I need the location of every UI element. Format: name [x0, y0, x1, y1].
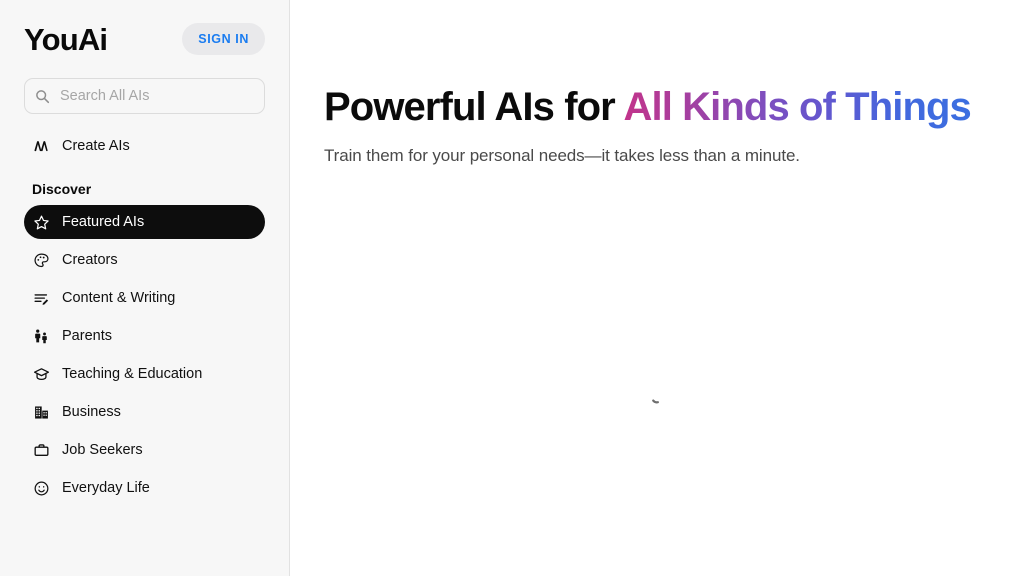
sidebar-item-label: Parents — [62, 328, 112, 344]
content-writing-icon — [32, 289, 50, 307]
search-icon — [35, 89, 50, 104]
parents-icon — [32, 327, 50, 345]
sidebar-section-discover: Discover — [32, 181, 92, 197]
briefcase-icon — [32, 441, 50, 459]
search-box[interactable] — [24, 78, 265, 114]
office-building-icon — [32, 403, 50, 421]
sidebar-item-label: Content & Writing — [62, 290, 176, 306]
sidebar-item-content-writing[interactable]: Content & Writing — [24, 281, 265, 315]
sidebar-top-nav: Create AIs — [0, 129, 289, 163]
sidebar-item-creators[interactable]: Creators — [24, 243, 265, 277]
search-input[interactable] — [58, 87, 254, 105]
sidebar-item-parents[interactable]: Parents — [24, 319, 265, 353]
main-content: Powerful AIs for All Kinds of Things Tra… — [290, 0, 1024, 576]
sidebar-item-label: Business — [62, 404, 121, 420]
sidebar-item-label: Create AIs — [62, 138, 130, 154]
smiley-face-icon — [32, 479, 50, 497]
sidebar-item-teaching-education[interactable]: Teaching & Education — [24, 357, 265, 391]
loading-spinner-icon — [649, 390, 665, 406]
graduation-cap-icon — [32, 365, 50, 383]
sidebar-item-job-seekers[interactable]: Job Seekers — [24, 433, 265, 467]
sidebar-item-label: Job Seekers — [62, 442, 143, 458]
sidebar: YouAi SIGN IN Create AIs — [0, 0, 290, 576]
create-ais-icon — [32, 137, 50, 155]
sidebar-item-everyday-life[interactable]: Everyday Life — [24, 471, 265, 505]
content-loading-area — [290, 390, 1024, 406]
sign-in-button[interactable]: SIGN IN — [182, 23, 265, 55]
sidebar-item-label: Teaching & Education — [62, 366, 203, 382]
brand-logo: YouAi — [24, 21, 108, 57]
sidebar-header: YouAi SIGN IN — [0, 0, 289, 78]
page-title-gradient: All Kinds of Things — [623, 85, 972, 129]
app-root: YouAi SIGN IN Create AIs — [0, 0, 1024, 576]
sidebar-item-label: Featured AIs — [62, 214, 145, 230]
palette-icon — [32, 251, 50, 269]
sidebar-item-create-ais[interactable]: Create AIs — [24, 129, 265, 163]
star-icon — [32, 213, 50, 231]
page-title-plain: Powerful AIs for — [324, 85, 624, 129]
sidebar-item-label: Creators — [62, 252, 118, 268]
sidebar-item-business[interactable]: Business — [24, 395, 265, 429]
page-title: Powerful AIs for All Kinds of Things — [324, 0, 990, 130]
page-subtitle: Train them for your personal needs—it ta… — [324, 146, 800, 165]
sidebar-item-label: Everyday Life — [62, 480, 150, 496]
sidebar-discover-nav: Featured AIs Creators Content & Writing … — [0, 205, 289, 505]
sidebar-item-featured-ais[interactable]: Featured AIs — [24, 205, 265, 239]
